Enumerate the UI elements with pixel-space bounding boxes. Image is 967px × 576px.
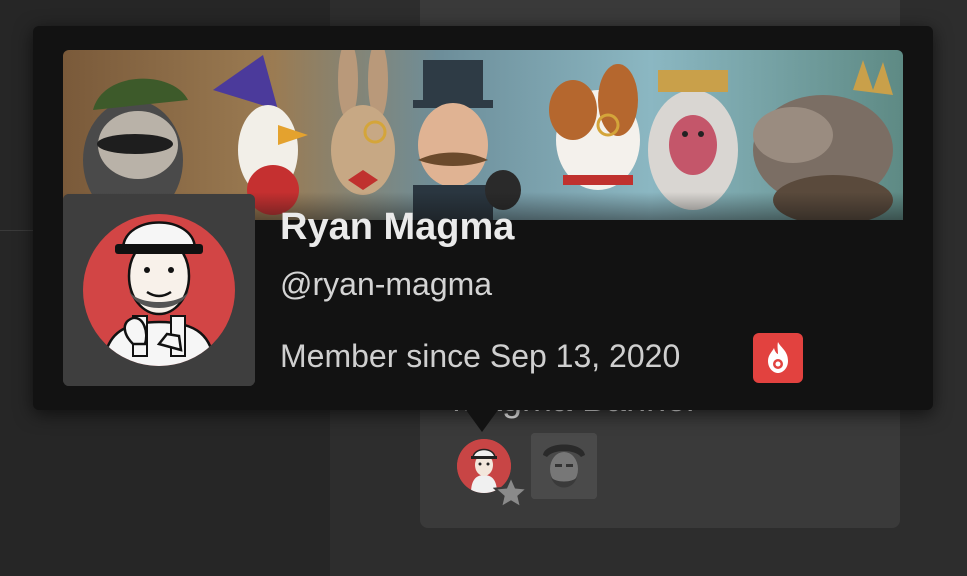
member-since: Member since Sep 13, 2020 [280,338,681,374]
contributor-avatar-2[interactable] [531,433,597,499]
avatar-illustration-icon [63,194,255,386]
star-icon [493,475,529,510]
profile-handle[interactable]: @ryan-magma [280,266,492,303]
profile-avatar[interactable] [63,194,255,386]
avatar-photo-icon [531,433,597,499]
hot-badge[interactable] [753,333,803,383]
popover-arrow [466,410,498,432]
profile-name[interactable]: Ryan Magma [280,206,514,249]
hot-flame-icon [768,342,788,373]
contributors [455,433,615,510]
profile-hovercard: Ryan Magma @ryan-magma Member since Sep … [33,26,933,410]
